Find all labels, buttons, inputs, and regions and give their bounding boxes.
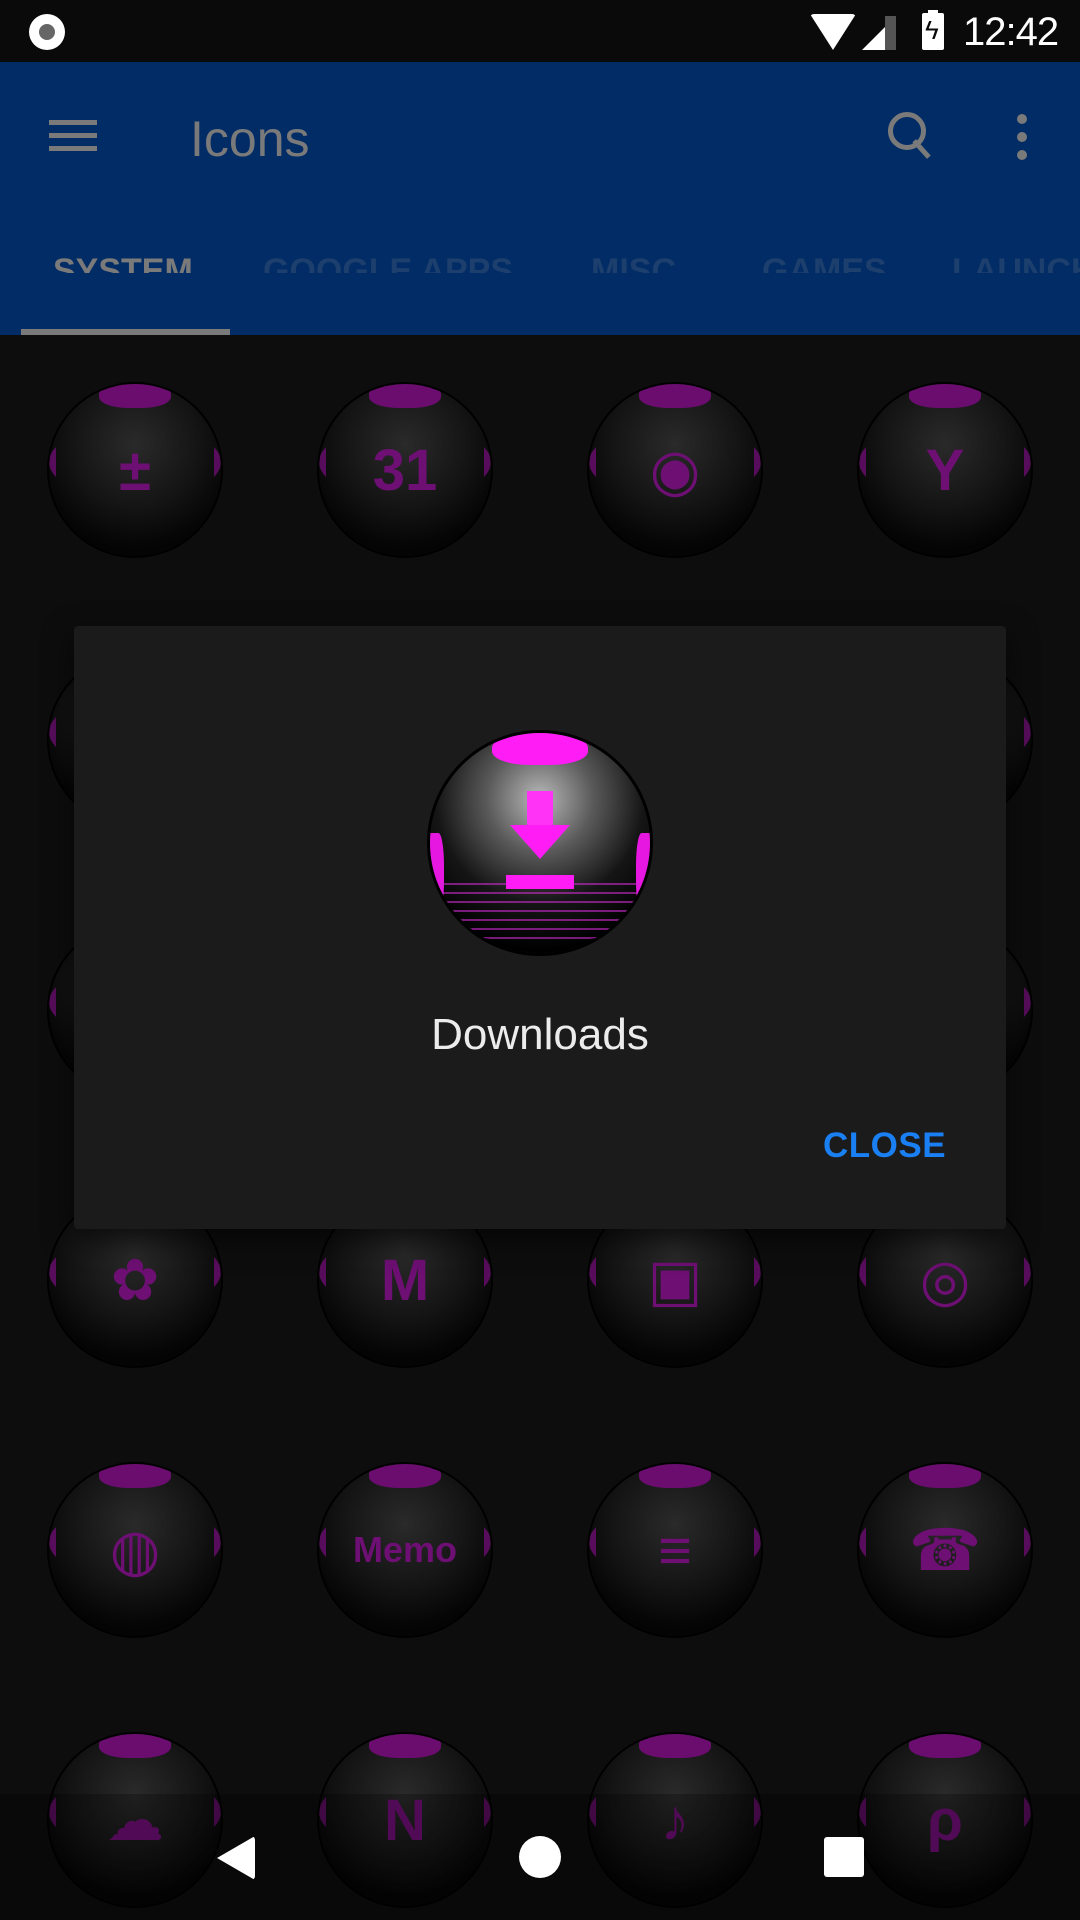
calendar-glyph: 31: [372, 437, 438, 503]
back-icon[interactable]: [217, 1836, 255, 1880]
download-icon: [430, 733, 650, 953]
navigation-bar: [0, 1794, 1080, 1920]
icon-globe[interactable]: ◍: [49, 1464, 221, 1636]
wifi-icon: [810, 14, 856, 50]
notification-dot-icon: [29, 14, 65, 50]
tab-misc[interactable]: MISC: [591, 252, 676, 273]
icon-calculator[interactable]: ±: [49, 384, 221, 556]
calculator-glyph: ±: [119, 437, 151, 503]
icon-preview-dialog: Downloads CLOSE: [74, 626, 1006, 1229]
clock-glyph: Y: [925, 437, 965, 503]
icon-calendar[interactable]: 31: [319, 384, 491, 556]
icon-memo[interactable]: Memo: [319, 1464, 491, 1636]
dialog-title: Downloads: [431, 1010, 649, 1059]
search-icon[interactable]: [888, 112, 936, 162]
icon-messages[interactable]: ≡: [589, 1464, 761, 1636]
home-icon[interactable]: [519, 1836, 561, 1878]
recents-icon[interactable]: [824, 1837, 864, 1877]
icon-phone[interactable]: ☎: [859, 1464, 1031, 1636]
memo-glyph: Memo: [352, 1529, 457, 1570]
icon-clock[interactable]: Y: [859, 384, 1031, 556]
tab-google-apps[interactable]: GOOGLE APPS: [263, 252, 513, 273]
status-time: 12:42: [963, 10, 1059, 54]
tab-system[interactable]: SYSTEM: [53, 252, 193, 273]
close-button[interactable]: CLOSE: [823, 1126, 946, 1166]
tab-games[interactable]: GAMES: [762, 252, 887, 273]
status-bar: 12:42: [0, 0, 1080, 62]
messages-glyph: ≡: [658, 1517, 692, 1583]
phone-glyph: ☎: [908, 1518, 982, 1583]
camera-glyph: ◉: [649, 438, 701, 503]
icon-camera[interactable]: ◉: [589, 384, 761, 556]
category-tabs: SYSTEM GOOGLE APPS MISC GAMES LAUNCH: [0, 182, 1080, 273]
page-title: Icons: [190, 111, 310, 167]
more-vert-icon[interactable]: [1012, 114, 1032, 164]
battery-charging-icon: [922, 10, 944, 50]
globe-glyph: ◍: [109, 1518, 161, 1583]
hamburger-menu-icon[interactable]: [49, 117, 97, 153]
tab-launchers[interactable]: LAUNCH: [952, 252, 1080, 273]
cellular-signal-icon: [862, 16, 896, 50]
